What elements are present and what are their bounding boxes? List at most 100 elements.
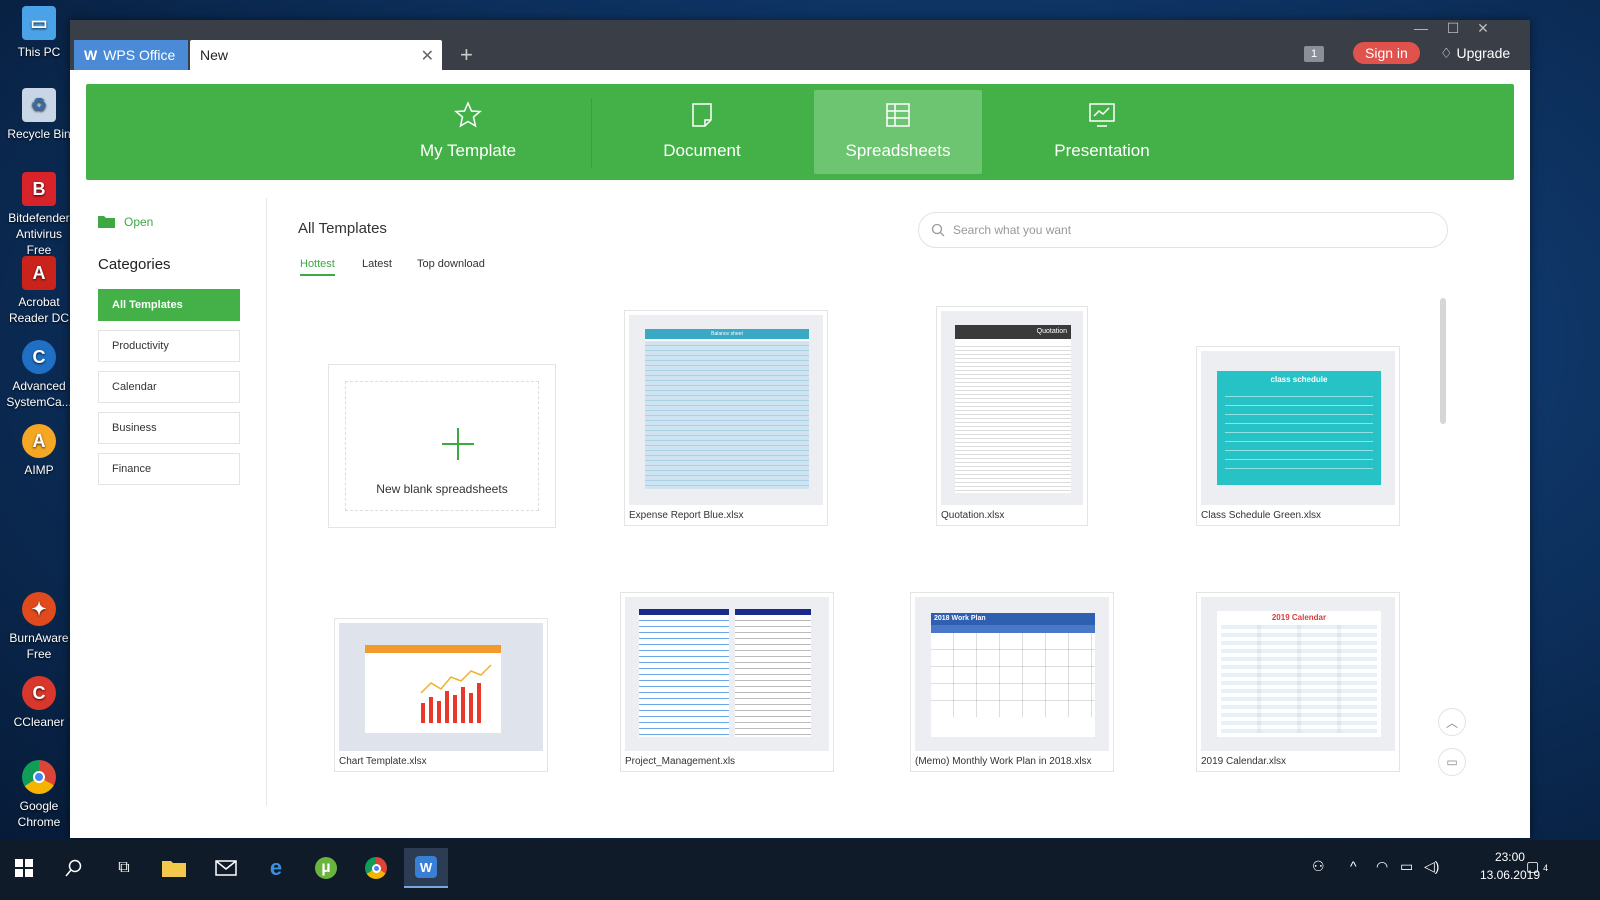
sign-in-button[interactable]: Sign in — [1353, 42, 1420, 64]
thumb-title: Balance sheet — [645, 329, 809, 339]
aimp-icon: A — [22, 424, 56, 458]
thumb-title: 2019 Calendar — [1271, 613, 1327, 622]
category-business[interactable]: Business — [98, 412, 240, 444]
close-window-icon[interactable]: ✕ — [1468, 20, 1498, 37]
template-card-monthly-work-plan[interactable]: 2018 Work Plan (Memo) Monthly Work Plan … — [910, 592, 1114, 772]
taskbar: ⧉ e µ W ⚇ ^ ◠ ▭ ◁) 23:00 13.06.2019 ▢ 4 — [0, 840, 1600, 900]
category-finance[interactable]: Finance — [98, 453, 240, 485]
upgrade-button[interactable]: ♢ Upgrade — [1440, 45, 1510, 62]
people-icon[interactable]: ⚇ — [1312, 858, 1325, 875]
mail-icon — [215, 860, 237, 876]
template-card-2019-calendar[interactable]: 2019 Calendar 2019 Calendar.xlsx — [1196, 592, 1400, 772]
category-all-templates[interactable]: All Templates — [98, 289, 240, 321]
chat-bubble-icon: ▭ — [1446, 755, 1458, 769]
template-name: 2019 Calendar.xlsx — [1201, 756, 1287, 767]
desktop-icon-ccleaner[interactable]: C CCleaner — [2, 676, 76, 730]
edge-button[interactable]: e — [254, 848, 298, 888]
start-button[interactable] — [2, 848, 46, 888]
minimize-icon[interactable]: — — [1406, 20, 1436, 36]
search-icon — [65, 859, 82, 877]
desktop-icon-burnaware[interactable]: ✦ BurnAware Free — [2, 592, 76, 662]
tab-document[interactable]: Document — [618, 90, 786, 174]
new-blank-spreadsheet-card[interactable]: New blank spreadsheets — [328, 364, 556, 528]
acrobat-icon: A — [22, 256, 56, 290]
new-tab-button[interactable]: + — [460, 42, 473, 68]
desktop-icon-this-pc[interactable]: ▭ This PC — [2, 6, 76, 60]
filter-top-download[interactable]: Top download — [417, 258, 485, 274]
document-icon — [692, 103, 712, 127]
utorrent-icon: µ — [315, 857, 337, 879]
template-name: Quotation.xlsx — [941, 510, 1005, 521]
thumb-weekdays — [931, 625, 1095, 633]
thumb-grid — [1225, 388, 1373, 474]
chrome-button[interactable] — [354, 848, 398, 888]
template-card-class-schedule[interactable]: class schedule Class Schedule Green.xlsx — [1196, 346, 1400, 526]
scroll-to-top-button[interactable]: ︿ — [1438, 708, 1466, 736]
tab-wps-office[interactable]: W WPS Office — [74, 40, 188, 70]
mail-button[interactable] — [204, 848, 248, 888]
file-explorer-button[interactable] — [152, 848, 196, 888]
task-view-button[interactable]: ⧉ — [102, 848, 146, 888]
template-card-project-management[interactable]: Project_Management.xls — [620, 592, 834, 772]
volume-icon[interactable]: ◁) — [1424, 858, 1439, 875]
burnaware-icon: ✦ — [22, 592, 56, 626]
wps-logo-icon: W — [84, 47, 98, 63]
desktop-icon-acrobat[interactable]: A Acrobat Reader DC — [2, 256, 76, 326]
tab-my-template[interactable]: My Template — [384, 90, 552, 174]
search-box[interactable] — [918, 212, 1448, 248]
spreadsheet-icon — [886, 103, 910, 127]
tab-label: Presentation — [1054, 141, 1150, 160]
scrollbar-thumb[interactable] — [1440, 298, 1446, 424]
search-taskbar-button[interactable] — [52, 848, 96, 888]
dashed-frame: New blank spreadsheets — [345, 381, 539, 511]
close-tab-icon[interactable]: ✕ — [421, 46, 434, 66]
template-name: Project_Management.xls — [625, 756, 736, 767]
template-card-chart-template[interactable]: Chart Template.xlsx — [334, 618, 548, 772]
template-thumbnail — [625, 597, 829, 751]
edge-icon: e — [269, 855, 283, 880]
desktop-icon-recycle-bin[interactable]: ♻ Recycle Bin — [2, 88, 76, 142]
template-card-quotation[interactable]: Quotation Quotation.xlsx — [936, 306, 1088, 526]
maximize-icon[interactable]: ☐ — [1438, 20, 1468, 37]
chrome-icon — [365, 857, 387, 879]
tab-new[interactable]: New ✕ — [190, 40, 442, 70]
tab-label: My Template — [419, 141, 517, 160]
tab-spreadsheets[interactable]: Spreadsheets — [814, 90, 982, 174]
wps-office-taskbar-button[interactable]: W — [404, 848, 448, 888]
thumb-title: class schedule — [1270, 375, 1328, 384]
upgrade-label: Upgrade — [1456, 45, 1511, 61]
desktop-icon-bitdefender[interactable]: B Bitdefender Antivirus Free — [2, 172, 76, 258]
action-center-button[interactable]: ▢ 4 — [1526, 858, 1548, 875]
notification-icon: ▢ — [1526, 858, 1540, 874]
left-panel: Open Categories All Templates Productivi… — [70, 180, 266, 820]
tab-presentation[interactable]: Presentation — [1018, 90, 1186, 174]
template-type-bar: My Template Document Spreadsheets Presen… — [86, 84, 1514, 180]
desktop-icon-chrome[interactable]: Google Chrome — [2, 760, 76, 830]
chevron-up-icon[interactable]: ^ — [1350, 858, 1357, 874]
template-thumbnail: Quotation — [941, 311, 1083, 505]
open-button[interactable]: Open — [98, 214, 153, 229]
category-calendar[interactable]: Calendar — [98, 371, 240, 403]
plus-icon — [442, 428, 474, 460]
open-label: Open — [124, 214, 154, 229]
feedback-button[interactable]: ▭ — [1438, 748, 1466, 776]
wifi-icon[interactable]: ◠ — [1376, 858, 1388, 875]
battery-icon[interactable]: ▭ — [1400, 858, 1413, 875]
filter-latest[interactable]: Latest — [362, 258, 392, 274]
divider — [591, 98, 592, 168]
thumb-months — [1221, 625, 1377, 733]
wps-logo-icon: W — [415, 856, 437, 878]
advanced-systemcare-icon: C — [22, 340, 56, 374]
template-name: Expense Report Blue.xlsx — [629, 510, 744, 521]
desktop-icon-aimp[interactable]: A AIMP — [2, 424, 76, 478]
notification-badge[interactable]: 1 — [1304, 46, 1324, 62]
search-input[interactable] — [953, 223, 1433, 237]
template-card-expense-report[interactable]: Balance sheet Expense Report Blue.xlsx — [624, 310, 828, 526]
filter-hottest[interactable]: Hottest — [300, 258, 335, 276]
category-productivity[interactable]: Productivity — [98, 330, 240, 362]
chrome-icon — [22, 760, 56, 794]
utorrent-button[interactable]: µ — [304, 848, 348, 888]
desktop-icon-advanced-systemcare[interactable]: C Advanced SystemCa... — [2, 340, 76, 410]
panel-divider — [266, 198, 267, 806]
template-thumbnail: 2018 Work Plan — [915, 597, 1109, 751]
